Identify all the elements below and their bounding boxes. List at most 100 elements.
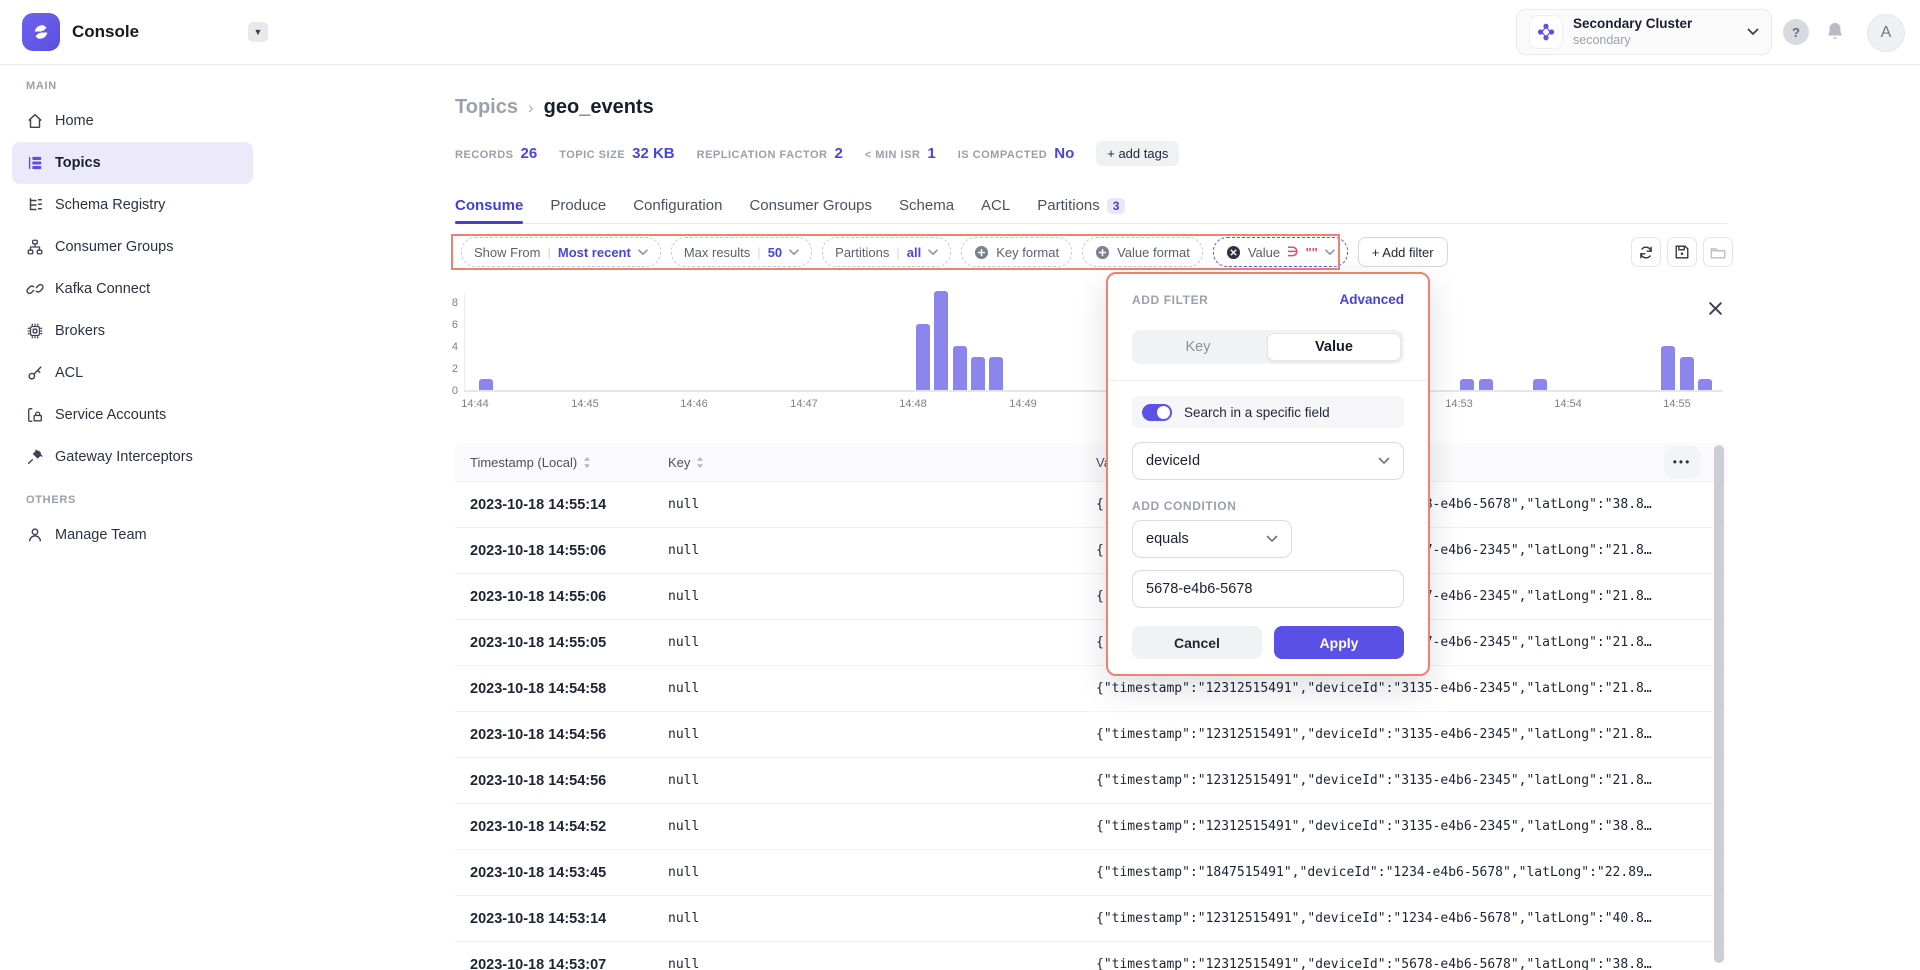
filter-chip-partitions[interactable]: Partitions|all (822, 237, 951, 267)
topics-icon (26, 154, 44, 172)
service-accounts-icon (26, 406, 44, 424)
cancel-button[interactable]: Cancel (1132, 626, 1262, 659)
add-tags-button[interactable]: + add tags (1096, 141, 1179, 166)
manage-team-icon (26, 526, 44, 544)
tab-produce[interactable]: Produce (550, 190, 606, 223)
histogram-bar[interactable] (1680, 357, 1694, 390)
histogram-bar[interactable] (971, 357, 985, 390)
page-title: geo_events (544, 96, 654, 119)
table-row[interactable]: 2023-10-18 14:54:52null{"timestamp":"123… (455, 804, 1727, 850)
top-bar: Console ▼ Secondary Cluster secondary (0, 0, 1920, 65)
histogram-bar[interactable] (916, 324, 930, 390)
histogram-bar[interactable] (479, 379, 493, 390)
column-header-timestamp[interactable]: Timestamp (Local) (470, 443, 591, 481)
sidebar-item-label: Brokers (55, 323, 105, 339)
filter-chip-max-results[interactable]: Max results|50 (671, 237, 812, 267)
sidebar-item-acl[interactable]: ACL (12, 352, 253, 394)
sidebar-item-consumer-groups[interactable]: Consumer Groups (12, 226, 253, 268)
add-chip-value-format[interactable]: Value format (1082, 237, 1203, 267)
table-row[interactable]: 2023-10-18 14:53:45null{"timestamp":"184… (455, 850, 1727, 896)
schema-registry-icon (26, 196, 44, 214)
chart-x-tick: 14:54 (1546, 398, 1590, 410)
histogram-bar[interactable] (1698, 379, 1712, 390)
saved-views-button[interactable] (1703, 237, 1733, 267)
key-value-segmented-control: Key Value (1132, 330, 1404, 364)
histogram-bar[interactable] (1479, 379, 1493, 390)
notifications-button[interactable] (1824, 20, 1846, 44)
table-row[interactable]: 2023-10-18 14:54:56null{"timestamp":"123… (455, 758, 1727, 804)
apply-button[interactable]: Apply (1274, 626, 1404, 659)
tab-consume[interactable]: Consume (455, 190, 523, 223)
specific-field-toggle-row[interactable]: Search in a specific field (1132, 396, 1404, 428)
active-filter-chip-value[interactable]: Value∋"" (1213, 237, 1348, 267)
tab-partitions[interactable]: Partitions3 (1037, 190, 1125, 223)
user-avatar[interactable]: A (1867, 14, 1905, 52)
plus-circle-icon (974, 245, 989, 260)
segment-value[interactable]: Value (1267, 333, 1401, 361)
cell-timestamp: 2023-10-18 14:55:05 (470, 620, 606, 665)
sidebar-item-kafka-connect[interactable]: Kafka Connect (12, 268, 253, 310)
sidebar-item-label: Topics (55, 155, 101, 171)
chip-label: Key format (996, 245, 1059, 260)
sidebar-item-gateway-interceptors[interactable]: Gateway Interceptors (12, 436, 253, 478)
sidebar-item-brokers[interactable]: Brokers (12, 310, 253, 352)
histogram-bar[interactable] (989, 357, 1003, 390)
close-results-button[interactable] (1705, 298, 1725, 318)
tab-consumer-groups[interactable]: Consumer Groups (749, 190, 872, 223)
sidebar-item-label: Gateway Interceptors (55, 449, 193, 465)
histogram-bar[interactable] (1460, 379, 1474, 390)
chart-y-tick: 2 (432, 362, 458, 376)
stat-label: < MIN ISR (865, 149, 921, 161)
tab-configuration[interactable]: Configuration (633, 190, 722, 223)
add-filter-button[interactable]: + Add filter (1358, 237, 1448, 267)
sort-icon (696, 456, 704, 469)
chart-x-tick: 14:45 (563, 398, 607, 410)
histogram-bar[interactable] (1661, 346, 1675, 390)
sidebar-item-schema-registry[interactable]: Schema Registry (12, 184, 253, 226)
histogram-bar[interactable] (953, 346, 967, 390)
table-row[interactable]: 2023-10-18 14:55:06null{"timestamp":"123… (455, 528, 1727, 574)
sidebar-item-home[interactable]: Home (12, 100, 253, 142)
table-row[interactable]: 2023-10-18 14:55:14null{"timestamp":"123… (455, 482, 1727, 528)
table-row[interactable]: 2023-10-18 14:54:56null{"timestamp":"123… (455, 712, 1727, 758)
condition-operator-select[interactable]: equals (1132, 520, 1292, 558)
toggle-on-switch[interactable] (1142, 404, 1172, 421)
stat-label: REPLICATION FACTOR (697, 149, 828, 161)
help-button[interactable]: ? (1783, 19, 1809, 45)
table-row[interactable]: 2023-10-18 14:54:58null{"timestamp":"123… (455, 666, 1727, 712)
condition-operator-value: equals (1146, 531, 1189, 547)
chart-y-tick: 4 (432, 340, 458, 354)
chevron-down-icon (928, 249, 938, 256)
histogram-bar[interactable] (1533, 379, 1547, 390)
sidebar-item-service-accounts[interactable]: Service Accounts (12, 394, 253, 436)
column-header-key[interactable]: Key (668, 443, 704, 481)
tab-schema[interactable]: Schema (899, 190, 954, 223)
condition-value-input[interactable] (1132, 570, 1404, 608)
console-switcher-button[interactable]: ▼ (248, 22, 268, 42)
chip-value: 50 (768, 245, 782, 260)
refresh-button[interactable] (1631, 237, 1661, 267)
histogram-bar[interactable] (934, 291, 948, 390)
table-row[interactable]: 2023-10-18 14:53:14null{"timestamp":"123… (455, 896, 1727, 942)
table-options-button[interactable]: ••• (1664, 446, 1700, 478)
stat-value: 1 (927, 145, 935, 162)
sidebar-item-manage-team[interactable]: Manage Team (12, 514, 253, 556)
filter-value: "" (1305, 245, 1317, 260)
cell-key: null (668, 896, 699, 941)
advanced-link[interactable]: Advanced (1339, 292, 1404, 307)
home-icon (26, 112, 44, 130)
sidebar-item-label: Service Accounts (55, 407, 166, 423)
scrollbar-thumb[interactable] (1714, 445, 1724, 963)
field-select[interactable]: deviceId (1132, 442, 1404, 480)
breadcrumb-parent[interactable]: Topics (455, 96, 518, 119)
cluster-selector[interactable]: Secondary Cluster secondary (1516, 9, 1772, 55)
save-view-button[interactable] (1667, 237, 1697, 267)
table-row[interactable]: 2023-10-18 14:53:07null{"timestamp":"123… (455, 942, 1727, 970)
filter-chip-show-from[interactable]: Show From|Most recent (461, 237, 661, 267)
table-row[interactable]: 2023-10-18 14:55:06null{"timestamp":"123… (455, 574, 1727, 620)
add-chip-key-format[interactable]: Key format (961, 237, 1072, 267)
table-row[interactable]: 2023-10-18 14:55:05null{"timestamp":"123… (455, 620, 1727, 666)
sidebar-item-topics[interactable]: Topics (12, 142, 253, 184)
segment-key[interactable]: Key (1132, 330, 1264, 364)
tab-acl[interactable]: ACL (981, 190, 1010, 223)
